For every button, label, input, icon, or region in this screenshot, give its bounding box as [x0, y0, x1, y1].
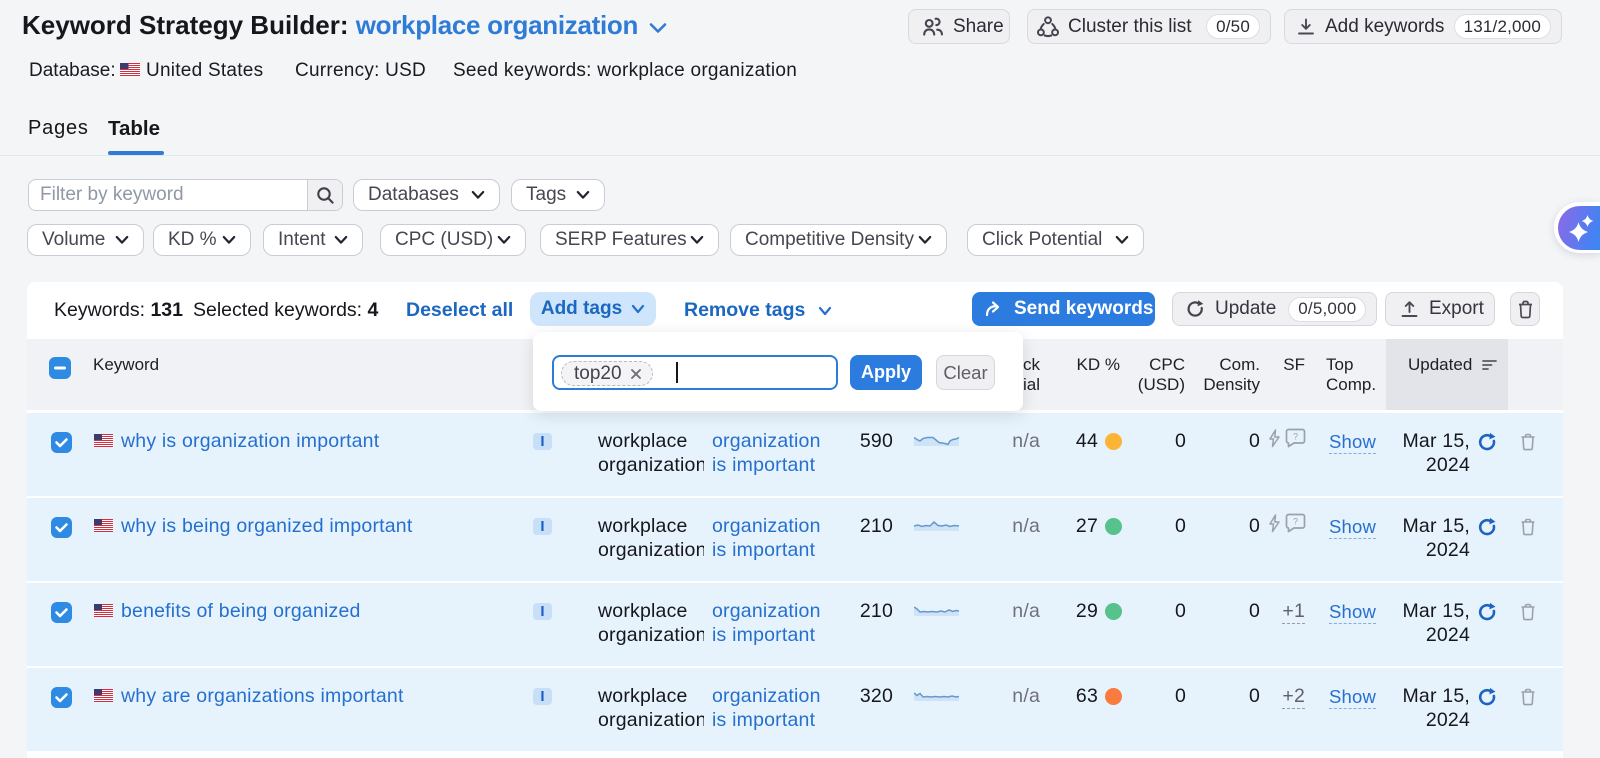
- svg-text:?: ?: [1293, 517, 1298, 527]
- svg-text:?: ?: [1293, 432, 1298, 442]
